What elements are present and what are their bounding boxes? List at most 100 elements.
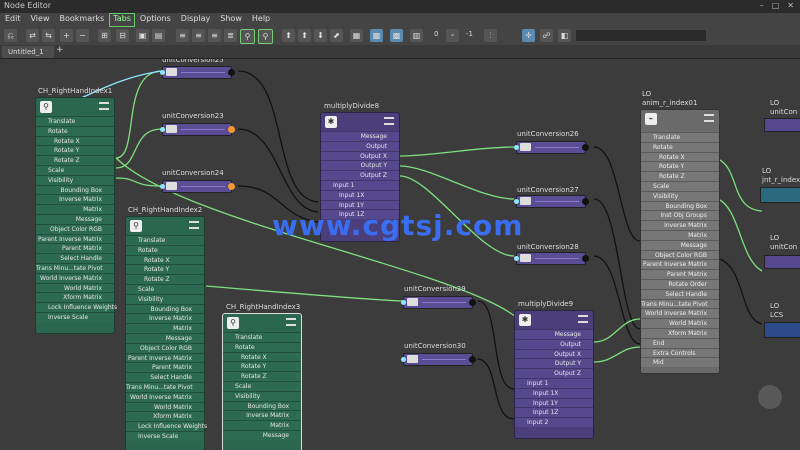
- add-tab-button[interactable]: +: [56, 45, 64, 55]
- add-icon[interactable]: +: [60, 29, 73, 42]
- spacing-value[interactable]: 0: [434, 30, 438, 38]
- grid-snap-icon[interactable]: ▦: [350, 29, 363, 42]
- grid-icon[interactable]: ▩: [370, 29, 383, 42]
- attr-row[interactable]: Inst Obj Groups: [641, 210, 719, 221]
- unit-conversion-node[interactable]: [514, 141, 589, 154]
- attr-row[interactable]: Input 1X: [515, 387, 593, 398]
- attr-row[interactable]: Scale: [36, 164, 114, 175]
- attr-row[interactable]: Message: [126, 332, 204, 343]
- menu-options[interactable]: Options: [135, 13, 176, 27]
- unit-conversion-node[interactable]: [401, 296, 476, 309]
- attr-row[interactable]: Visibility: [36, 174, 114, 185]
- attr-row[interactable]: Bounding Box: [641, 200, 719, 211]
- frame-all-icon[interactable]: ⊞: [98, 29, 111, 42]
- attr-row[interactable]: Select Handle: [36, 253, 114, 263]
- side-joint-node[interactable]: [760, 187, 800, 203]
- attr-row[interactable]: Rotate Y: [36, 145, 114, 156]
- unit-conversion-node[interactable]: [160, 123, 235, 136]
- attr-row[interactable]: Input 1X: [321, 189, 399, 200]
- side-locator-node[interactable]: [764, 322, 800, 338]
- attr-row[interactable]: Scale: [126, 283, 204, 294]
- custom-mode-icon[interactable]: ≣: [224, 29, 237, 42]
- pin-icon[interactable]: ⬆: [282, 29, 295, 42]
- search-icon[interactable]: ⚲: [240, 29, 255, 44]
- attr-row[interactable]: Translate: [223, 332, 301, 342]
- full-mode-icon[interactable]: ≡: [208, 29, 221, 42]
- pin-selected-icon[interactable]: ⬆: [298, 29, 311, 42]
- attr-row[interactable]: Input 1Y: [321, 199, 399, 210]
- attr-row[interactable]: Inverse Matrix: [126, 313, 204, 324]
- maximize-icon[interactable]: □: [772, 1, 780, 10]
- attr-row[interactable]: Matrix: [126, 323, 204, 333]
- bookmark-icon[interactable]: ⬈: [330, 29, 343, 42]
- attr-row[interactable]: Rotate: [126, 244, 204, 255]
- attr-row[interactable]: Rotate: [36, 125, 114, 136]
- toggle-attr-icon[interactable]: ▩: [390, 29, 403, 42]
- attr-row[interactable]: Output X: [321, 150, 399, 161]
- attr-row[interactable]: Translate: [36, 116, 114, 126]
- attr-row[interactable]: Xform Matrix: [641, 327, 719, 338]
- unit-conversion-node[interactable]: [514, 252, 589, 265]
- attr-row[interactable]: Visibility: [126, 293, 204, 304]
- attr-row[interactable]: Visibility: [223, 390, 301, 401]
- attr-row[interactable]: Rotate Z: [641, 171, 719, 181]
- menu-edit[interactable]: Edit: [0, 13, 26, 27]
- layout-icon[interactable]: ▣: [136, 29, 149, 42]
- attr-row[interactable]: Parent Matrix: [641, 269, 719, 279]
- input-output-icon[interactable]: ⇆: [42, 29, 55, 42]
- play-icon[interactable]: [758, 385, 782, 409]
- unit-conversion-node[interactable]: [160, 180, 235, 193]
- attr-row[interactable]: Rotate: [641, 141, 719, 152]
- attr-row[interactable]: Parent Inverse Matrix: [641, 259, 719, 270]
- minimize-icon[interactable]: –: [760, 1, 764, 10]
- unpin-icon[interactable]: ⬇: [314, 29, 327, 42]
- hierarchy-icon[interactable]: ▤: [152, 29, 165, 42]
- node-menu-icon[interactable]: [286, 318, 296, 326]
- attr-row[interactable]: Input 1Y: [515, 397, 593, 408]
- attr-row[interactable]: Parent Matrix: [126, 362, 204, 373]
- joint-node-rh2[interactable]: ⚲ Translate Rotate Rotate X Rotate Y Rot…: [125, 216, 207, 450]
- attr-row[interactable]: Scale: [223, 380, 301, 391]
- attr-row[interactable]: World Matrix: [36, 282, 114, 293]
- attr-row[interactable]: Object Color RGB: [36, 223, 114, 234]
- attr-row[interactable]: Object Color RGB: [641, 249, 719, 260]
- close-icon[interactable]: ✕: [787, 1, 794, 10]
- transform-node-anim-r-index01[interactable]: ⌁ Translate Rotate Rotate X Rotate Y Rot…: [640, 109, 720, 374]
- offset-value[interactable]: -1: [466, 30, 473, 38]
- attr-row[interactable]: Matrix: [223, 420, 301, 430]
- attr-row[interactable]: Rotate Z: [126, 274, 204, 284]
- attr-row[interactable]: World Inverse Matrix: [126, 391, 204, 402]
- side-unit-conversion-node[interactable]: [764, 255, 800, 269]
- attr-row[interactable]: Rotate: [223, 341, 301, 352]
- multiply-divide-node-9[interactable]: ✱ Message Output Output X Output Y Outpu…: [514, 310, 594, 439]
- attr-row[interactable]: Parent Inverse Matrix: [126, 352, 204, 363]
- swatch-icon[interactable]: ▥: [410, 29, 423, 42]
- attr-row[interactable]: Select Handle: [641, 288, 719, 299]
- attr-row[interactable]: Parent Matrix: [36, 243, 114, 254]
- menu-help[interactable]: Help: [247, 13, 275, 27]
- attr-row[interactable]: Bounding Box: [223, 400, 301, 411]
- attr-row[interactable]: Message: [321, 131, 399, 141]
- attr-row[interactable]: Message: [223, 429, 301, 440]
- crosshair-icon[interactable]: ✛: [522, 29, 535, 42]
- joint-node-rh1[interactable]: ⚲ Translate Rotate Rotate X Rotate Y Rot…: [35, 97, 117, 334]
- search-next-icon[interactable]: ⚲: [258, 29, 273, 44]
- attr-row[interactable]: Inverse Scale: [36, 311, 114, 322]
- attr-row[interactable]: Lock Influence Weights: [126, 421, 207, 431]
- attr-row[interactable]: Inverse Matrix: [223, 410, 301, 421]
- attr-row[interactable]: Input 2: [515, 417, 593, 427]
- node-menu-icon[interactable]: [578, 315, 588, 323]
- attr-row[interactable]: Output: [515, 338, 593, 349]
- menu-tabs[interactable]: Tabs: [109, 13, 135, 27]
- camera-icon[interactable]: ◧: [558, 29, 571, 42]
- attr-row[interactable]: Parent Inverse Matrix: [36, 233, 114, 244]
- swap-icon[interactable]: ⇄: [26, 29, 39, 42]
- attr-row[interactable]: Message: [515, 329, 593, 339]
- attr-row[interactable]: Output Z: [321, 170, 399, 180]
- attr-row[interactable]: Object Color RGB: [126, 342, 204, 353]
- tab-untitled-1[interactable]: Untitled_1: [2, 46, 54, 58]
- attr-row[interactable]: Rotate X: [223, 351, 301, 362]
- attr-row[interactable]: Rotate Order: [641, 278, 719, 289]
- decrement-icon[interactable]: ⁃: [446, 29, 459, 42]
- attr-row[interactable]: Trans Minu...tate Pivot: [126, 381, 204, 392]
